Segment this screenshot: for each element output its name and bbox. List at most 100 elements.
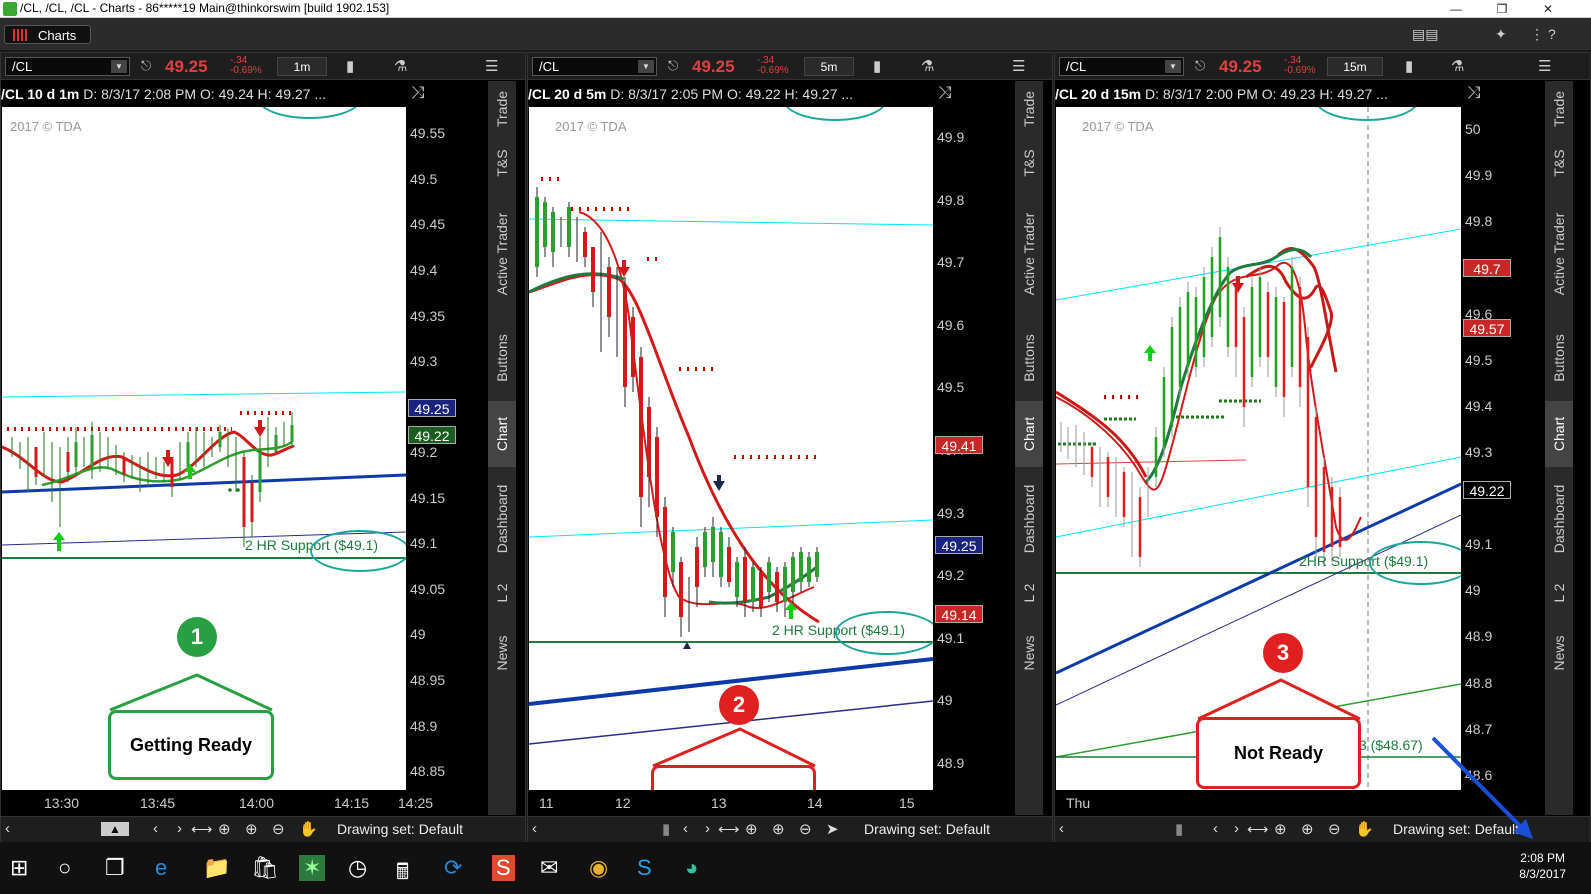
chart-style-icon[interactable]: ▮: [346, 57, 354, 75]
expand-icon[interactable]: ▲: [101, 822, 129, 836]
chrome-icon[interactable]: ◉: [589, 855, 608, 881]
side-tab-dashboard[interactable]: Dashboard: [488, 471, 516, 567]
symbol-selector[interactable]: /CL ▼: [5, 57, 130, 76]
panel-menu-icon[interactable]: ☰: [1538, 57, 1551, 75]
chart-style-icon[interactable]: ▮: [1405, 57, 1413, 75]
side-tab-l-2[interactable]: L 2: [1545, 571, 1573, 615]
side-tab-chart[interactable]: Chart: [488, 401, 516, 467]
system-clock[interactable]: 2:08 PM 8/3/2017: [1519, 850, 1566, 882]
task-view-icon[interactable]: ❐: [105, 855, 125, 881]
side-tab-active-trader[interactable]: Active Trader: [1015, 193, 1043, 315]
studies-flask-icon[interactable]: ⚗: [1451, 57, 1464, 75]
pointer-tool-icon[interactable]: ➤: [826, 820, 839, 838]
side-tab-active-trader[interactable]: Active Trader: [488, 193, 516, 315]
zoom-out-icon[interactable]: ⊖: [1328, 820, 1341, 838]
scroll-left-icon[interactable]: ‹: [1213, 820, 1218, 837]
scroll-left-icon[interactable]: ‹: [683, 820, 688, 837]
clock-app-icon[interactable]: ◷: [348, 855, 367, 881]
zoom-in-icon[interactable]: ⊕: [772, 820, 785, 838]
crosshair-tool-icon[interactable]: ⊕: [745, 820, 758, 838]
timeframe-button[interactable]: 1m: [277, 57, 327, 76]
side-tab-t-s[interactable]: T&S: [1015, 137, 1043, 189]
timeframe-button[interactable]: 15m: [1327, 57, 1383, 76]
panel-menu-icon[interactable]: ☰: [485, 57, 498, 75]
link-icon[interactable]: ⎋: [668, 58, 678, 74]
timeframe-button[interactable]: 5m: [804, 57, 854, 76]
pin-icon[interactable]: ✦: [1495, 26, 1507, 43]
link-icon[interactable]: ⎋: [1195, 58, 1205, 74]
calculator-icon[interactable]: 🖩: [396, 855, 409, 893]
zoom-in-icon[interactable]: ⊕: [245, 820, 258, 838]
side-tab-news[interactable]: News: [1015, 619, 1043, 687]
more-menu-icon[interactable]: ⋮: [1530, 26, 1544, 43]
panel-menu-icon[interactable]: ☰: [1012, 57, 1025, 75]
drawing-set-selector[interactable]: Drawing set: Default: [337, 821, 463, 837]
drawing-set-selector[interactable]: Drawing set: Default: [864, 821, 990, 837]
price-chart-3[interactable]: 2017 © TDA 2HR Support ($49.1) el3 ($48.…: [1056, 107, 1461, 845]
side-tab-trade[interactable]: Trade: [1015, 85, 1043, 133]
time-axis-2[interactable]: 11 12 13 14 15: [529, 790, 1015, 818]
sync-app-icon[interactable]: ⟳: [444, 855, 462, 881]
side-tab-chart[interactable]: Chart: [1545, 401, 1573, 467]
price-axis-1[interactable]: 49.55 49.5 49.45 49.4 49.35 49.3 49.25 49.2 49.1…: [406, 107, 488, 845]
scroll-left-icon[interactable]: ‹: [532, 820, 537, 837]
side-tab-l-2[interactable]: L 2: [1015, 571, 1043, 615]
store-icon[interactable]: 🛍: [251, 855, 279, 881]
help-icon[interactable]: ?: [1548, 26, 1556, 42]
skype-icon[interactable]: S: [637, 855, 652, 881]
side-tab-active-trader[interactable]: Active Trader: [1545, 193, 1573, 315]
close-icon[interactable]: ✕: [1525, 0, 1571, 18]
zoom-in-icon[interactable]: ⊕: [1301, 820, 1314, 838]
studies-flask-icon[interactable]: ⚗: [394, 57, 407, 75]
crosshair-icon[interactable]: ⤨: [411, 83, 425, 103]
price-axis-2[interactable]: 49.949.849.749.649.549.449.349.249.14948…: [933, 107, 1015, 845]
hand-tool-icon[interactable]: ✋: [299, 820, 318, 838]
app-icon[interactable]: ◕: [685, 855, 698, 881]
side-tab-news[interactable]: News: [1545, 619, 1573, 687]
snagit-icon[interactable]: S: [492, 855, 515, 881]
pan-icon[interactable]: ⟷: [718, 820, 740, 838]
pan-icon[interactable]: ⟷: [1247, 820, 1269, 838]
price-chart-2[interactable]: 2017 © TDA 2 HR Support ($49.1) 2 Not Re…: [529, 107, 933, 845]
scroll-thumb[interactable]: ▮: [662, 820, 670, 838]
edge-browser-icon[interactable]: e: [155, 855, 167, 881]
side-tab-t-s[interactable]: T&S: [488, 137, 516, 189]
layout-grid-icon[interactable]: ▤▤: [1412, 26, 1438, 43]
chart-style-icon[interactable]: ▮: [873, 57, 881, 75]
symbol-selector[interactable]: /CL ▼: [1059, 57, 1184, 76]
scroll-thumb[interactable]: ▮: [1175, 820, 1183, 838]
scroll-left-icon[interactable]: ‹: [1059, 820, 1064, 837]
symbol-selector[interactable]: /CL ▼: [532, 57, 657, 76]
crosshair-tool-icon[interactable]: ⊕: [1274, 820, 1287, 838]
scroll-right-icon[interactable]: ›: [177, 820, 182, 837]
crosshair-icon[interactable]: ⤨: [938, 83, 952, 103]
charts-menu-button[interactable]: Charts: [4, 25, 91, 44]
side-tab-chart[interactable]: Chart: [1015, 401, 1043, 467]
studies-flask-icon[interactable]: ⚗: [921, 57, 934, 75]
side-tab-l-2[interactable]: L 2: [488, 571, 516, 615]
side-tab-buttons[interactable]: Buttons: [488, 319, 516, 397]
side-tab-dashboard[interactable]: Dashboard: [1015, 471, 1043, 567]
side-tab-trade[interactable]: Trade: [488, 85, 516, 133]
crosshair-icon[interactable]: ⤨: [1467, 83, 1481, 103]
scroll-left-icon[interactable]: ‹: [5, 820, 10, 837]
side-tab-trade[interactable]: Trade: [1545, 85, 1573, 133]
thinkorswim-icon[interactable]: ✶: [299, 855, 326, 881]
side-tab-t-s[interactable]: T&S: [1545, 137, 1573, 189]
restore-icon[interactable]: ❐: [1479, 0, 1525, 18]
file-explorer-icon[interactable]: 📁: [203, 855, 230, 881]
crosshair-tool-icon[interactable]: ⊕: [218, 820, 231, 838]
link-icon[interactable]: ⎋: [141, 58, 151, 74]
mail-icon[interactable]: ✉: [540, 855, 558, 881]
time-axis-1[interactable]: 13:30 13:45 14:00 14:15 14:25: [2, 790, 488, 818]
zoom-out-icon[interactable]: ⊖: [272, 820, 285, 838]
side-tab-buttons[interactable]: Buttons: [1545, 319, 1573, 397]
scroll-right-icon[interactable]: ›: [705, 820, 710, 837]
windows-start-icon[interactable]: ⊞: [10, 855, 28, 881]
scroll-right-icon[interactable]: ›: [1234, 820, 1239, 837]
search-icon[interactable]: ○: [58, 855, 71, 881]
side-tab-dashboard[interactable]: Dashboard: [1545, 471, 1573, 567]
pan-icon[interactable]: ⟷: [191, 820, 213, 838]
hand-tool-icon[interactable]: ✋: [1355, 820, 1374, 838]
zoom-out-icon[interactable]: ⊖: [799, 820, 812, 838]
